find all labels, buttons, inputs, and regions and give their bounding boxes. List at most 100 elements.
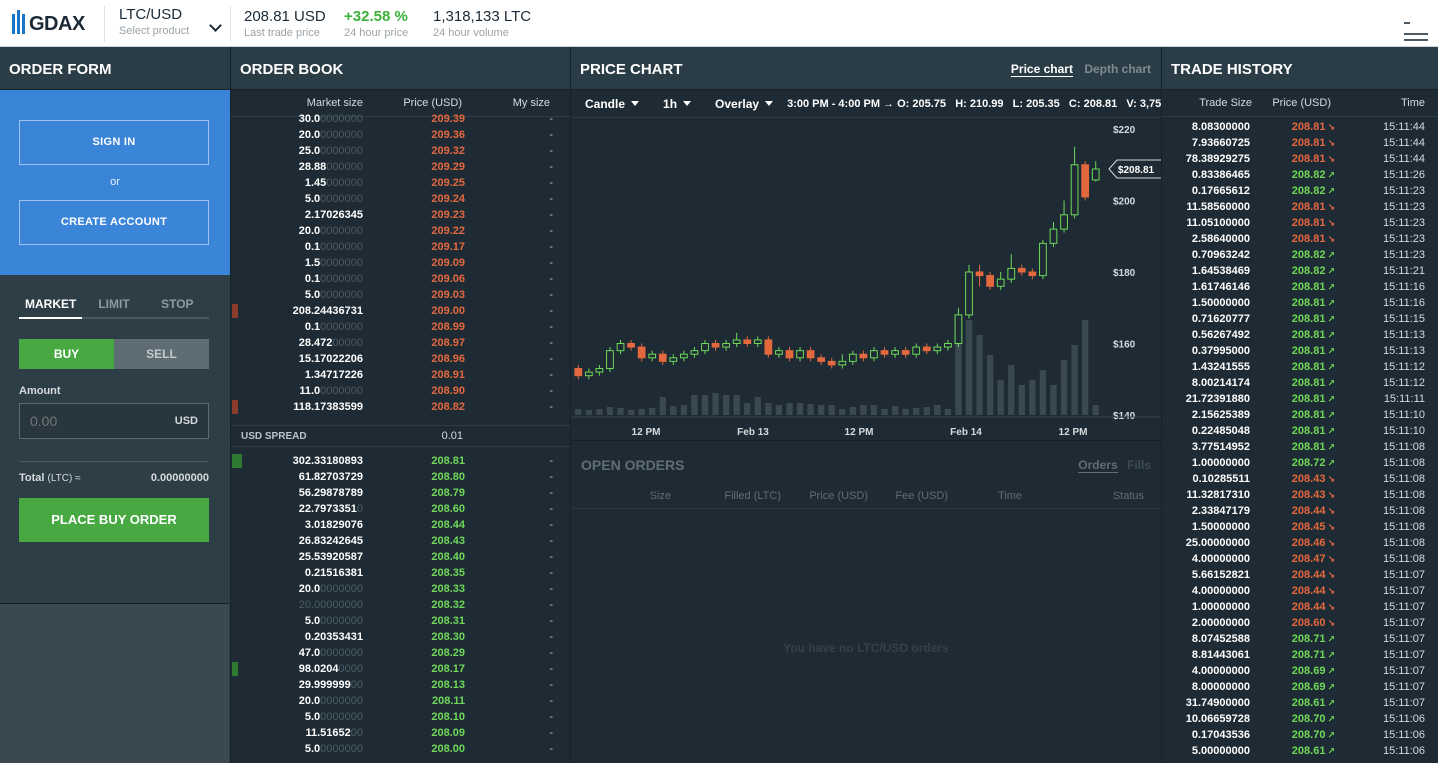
tab-price-chart[interactable]: Price chart [1010, 62, 1073, 77]
order-book-row[interactable]: 0.10000000 209.06 - [231, 271, 570, 287]
trade-time: 15:11:06 [1382, 713, 1425, 725]
volume-bar [649, 408, 656, 415]
market-size: 56.29878789 [298, 487, 363, 499]
order-book-row[interactable]: 25.00000000 209.32 - [231, 143, 570, 159]
order-book-row[interactable]: 1.45000000 209.25 - [231, 175, 570, 191]
trade-price: 208.44 ↘ [1291, 585, 1335, 597]
order-book-row[interactable]: 5.00000000 209.03 - [231, 287, 570, 303]
candle-body [775, 350, 783, 355]
menu-icon[interactable] [1404, 15, 1428, 41]
candlestick-chart[interactable]: $220$200$180$160$14012 PM Feb 13 12 PM Feb … [571, 119, 1161, 441]
order-form-footer [0, 603, 229, 763]
tab-orders[interactable]: Orders [1078, 458, 1118, 473]
order-price: 208.82 [431, 401, 465, 413]
my-size: - [549, 353, 553, 365]
order-book-row[interactable]: 1.34717226 208.91 - [231, 367, 570, 383]
order-price: 209.22 [431, 225, 465, 237]
order-book-row[interactable]: 0.21516381 208.35 - [231, 565, 570, 581]
trade-time: 15:11:08 [1382, 441, 1425, 453]
buy-button[interactable]: BUY [19, 339, 114, 369]
trade-price: 208.81 ↗ [1291, 297, 1335, 309]
order-book-row[interactable]: 26.83242645 208.43 - [231, 533, 570, 549]
create-account-button[interactable]: CREATE ACCOUNT [19, 200, 209, 245]
order-book-row[interactable]: 20.00000000 208.11 - [231, 693, 570, 709]
trade-row: 1.00000000 208.44 ↘ 15:11:07 [1162, 599, 1438, 615]
order-book-row[interactable]: 0.20353431 208.30 - [231, 629, 570, 645]
candle-body [806, 350, 815, 359]
order-book-row[interactable]: 28.47200000 208.97 - [231, 335, 570, 351]
arrow-up-icon: ↗ [1327, 346, 1335, 356]
market-size: 61.82703729 [298, 471, 363, 483]
order-book-row[interactable]: 5.00000000 208.00 - [231, 741, 570, 757]
trade-price: 208.45 ↘ [1291, 521, 1335, 533]
order-book-row[interactable]: 1.50000000 209.09 - [231, 255, 570, 271]
volume-bar [617, 408, 624, 415]
order-book-row[interactable]: 5.00000000 208.31 - [231, 613, 570, 629]
volume-bar [712, 393, 719, 415]
order-book-row[interactable]: 29.99999900 208.13 - [231, 677, 570, 693]
trade-time: 15:11:23 [1382, 201, 1425, 213]
tab-depth-chart[interactable]: Depth chart [1084, 62, 1151, 76]
gdax-logo[interactable]: GDAX [12, 10, 85, 36]
order-book-row[interactable]: 0.10000000 209.17 - [231, 239, 570, 255]
trade-size: 11.58560000 [1186, 201, 1250, 213]
candle-dropdown[interactable]: Candle [585, 97, 640, 111]
candle-body [880, 350, 889, 355]
arrow-up-icon: ↗ [1327, 458, 1335, 468]
order-book-row[interactable]: 5.00000000 209.24 - [231, 191, 570, 207]
tab-fills[interactable]: Fills [1127, 458, 1151, 472]
interval-dropdown[interactable]: 1h [663, 97, 692, 111]
market-size: 30.00000000 [298, 113, 363, 125]
candle-body [1039, 242, 1047, 277]
sign-in-button[interactable]: SIGN IN [19, 120, 209, 165]
volume-bar [986, 355, 994, 415]
order-book-row[interactable]: 98.02040000 208.17 - [231, 661, 570, 677]
sell-button[interactable]: SELL [114, 339, 209, 369]
order-book-panel: ORDER BOOK Market size Price (USD) My si… [230, 47, 570, 763]
overlay-dropdown[interactable]: Overlay [715, 96, 774, 111]
place-buy-order-button[interactable]: PLACE BUY ORDER [19, 498, 209, 542]
order-book-row[interactable]: 11.00000000 208.90 - [231, 383, 570, 399]
product-selector[interactable]: LTC/USD Select product [104, 6, 230, 42]
arrow-up-icon: ↗ [1327, 330, 1335, 340]
trade-row: 78.38929275 208.81 ↘ 15:11:44 [1162, 151, 1438, 167]
tab-stop[interactable]: STOP [146, 297, 209, 317]
order-book-row[interactable]: 118.17383599 208.82 - [231, 399, 570, 415]
market-size: 47.00000000 [298, 647, 363, 659]
order-book-row[interactable]: 25.53920587 208.40 - [231, 549, 570, 565]
x-tick-label: 12 PM [845, 427, 874, 438]
order-book-row[interactable]: 15.17022206 208.96 - [231, 351, 570, 367]
order-book-row[interactable]: 47.00000000 208.29 - [231, 645, 570, 661]
amount-input[interactable] [20, 404, 160, 438]
order-price: 208.31 [431, 615, 465, 627]
volume-bar [944, 409, 952, 415]
order-book-row[interactable]: 20.00000000 209.22 - [231, 223, 570, 239]
top-bar: GDAX LTC/USD Select product 208.81 USD L… [0, 0, 1438, 47]
order-book-row[interactable]: 208.24436731 209.00 - [231, 303, 570, 319]
order-book-row[interactable]: 56.29878789 208.79 - [231, 485, 570, 501]
order-book-row[interactable]: 302.33180893 208.81 - [231, 453, 570, 469]
order-book-row[interactable]: 3.01829076 208.44 - [231, 517, 570, 533]
order-book-row[interactable]: 20.00000000 208.32 - [231, 597, 570, 613]
order-book-row[interactable]: 20.00000000 209.36 - [231, 127, 570, 143]
trade-row: 0.83386465 208.82 ↗ 15:11:26 [1162, 167, 1438, 183]
trade-time: 15:11:13 [1382, 329, 1425, 341]
order-book-row[interactable]: 61.82703729 208.80 - [231, 469, 570, 485]
order-book-row[interactable]: 20.00000000 208.33 - [231, 581, 570, 597]
trade-size: 1.43241555 [1191, 361, 1250, 373]
order-book-row[interactable]: 2.17026345 209.23 - [231, 207, 570, 223]
overlay-label: Overlay [715, 96, 760, 111]
trade-time: 15:11:06 [1382, 745, 1425, 757]
tab-limit[interactable]: LIMIT [82, 297, 145, 317]
amount-label: Amount [19, 385, 61, 397]
order-book-row[interactable]: 28.88000000 209.29 - [231, 159, 570, 175]
order-book-row[interactable]: 0.10000000 208.99 - [231, 319, 570, 335]
market-size: 0.20353431 [304, 631, 363, 643]
order-book-row[interactable]: 22.79733510 208.60 - [231, 501, 570, 517]
candle-body [944, 343, 952, 348]
trade-time: 15:11:06 [1382, 729, 1425, 741]
order-book-row[interactable]: 11.5165200 208.09 - [231, 725, 570, 741]
tab-market[interactable]: MARKET [19, 297, 83, 319]
order-book-row[interactable]: 5.00000000 208.10 - [231, 709, 570, 725]
order-book-row[interactable]: 30.00000000 209.39 - [231, 111, 570, 127]
